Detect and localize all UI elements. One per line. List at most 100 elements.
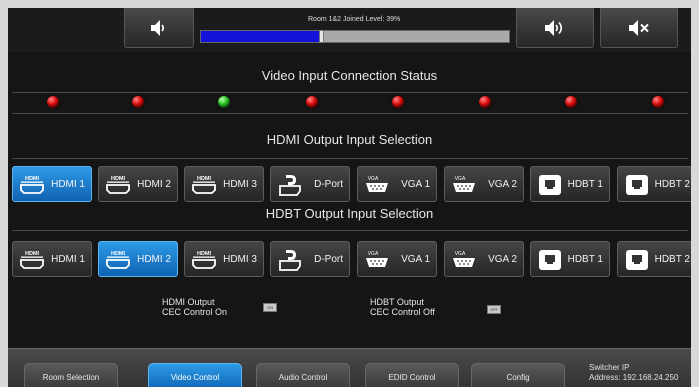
source-label: HDMI 3 (223, 254, 257, 265)
speaker-high-icon (545, 19, 563, 36)
hdbt-cec-label-line2: CEC Control Off (370, 307, 435, 317)
source-label: HDBT 1 (567, 254, 603, 265)
hdmi-cec-label-line1: HDMI Output (162, 297, 215, 307)
hdmi-output-source-hdmi-3-button[interactable]: HDMI HDMI 3 (184, 166, 264, 202)
status-title: Video Input Connection Status (261, 68, 438, 83)
source-label: D-Port (314, 179, 343, 190)
nav-audio-control[interactable]: Audio Control (256, 363, 350, 387)
source-label: HDBT 1 (567, 179, 603, 190)
hdbt-output-source-hdmi-3-button[interactable]: HDMI HDMI 3 (184, 241, 264, 277)
speaker-mute-icon (629, 19, 649, 36)
divider (12, 158, 688, 159)
hdmi-output-source-hdbt-2-button[interactable]: HDBT 2 (617, 166, 691, 202)
status-led-red-8 (652, 96, 664, 108)
hdmi-icon: HDMI (105, 249, 131, 271)
volume-level-slider[interactable] (200, 30, 510, 43)
vga-icon: VGA (451, 249, 477, 271)
divider (12, 92, 688, 93)
hdbt-output-source-hdmi-1-button[interactable]: HDMI HDMI 1 (12, 241, 92, 277)
hdmi-icon: HDMI (19, 174, 45, 196)
speaker-low-icon (151, 19, 165, 36)
switcher-ip-label: Switcher IP Address: 192.168.24.250 (589, 363, 678, 383)
volume-level-fill (201, 31, 322, 42)
status-led-red-2 (132, 96, 144, 108)
hdmi-icon: HDMI (191, 249, 217, 271)
ethernet-icon (624, 249, 650, 271)
hdmi-output-source-hdmi-2-button[interactable]: HDMI HDMI 2 (98, 166, 178, 202)
hdmi-cec-label-line2: CEC Control On (162, 307, 228, 317)
hdmi-output-source-vga-2-button[interactable]: VGA VGA 2 (444, 166, 524, 202)
vga-icon: VGA (364, 174, 390, 196)
source-label: D-Port (314, 254, 343, 265)
ethernet-icon (537, 174, 563, 196)
source-label: HDMI 1 (51, 254, 85, 265)
hdbt-cec-toggle[interactable]: OFF (487, 305, 501, 314)
volume-level-knob[interactable] (319, 30, 324, 43)
status-led-red-5 (392, 96, 404, 108)
app-window: Room 1&2 Joined Level: 39% Video Input C… (0, 0, 699, 387)
hdbt-output-source-vga-1-button[interactable]: VGA VGA 1 (357, 241, 437, 277)
switcher-ip-line1: Switcher IP (589, 363, 630, 372)
svg-text:HDMI: HDMI (197, 176, 212, 182)
svg-text:VGA: VGA (455, 176, 466, 182)
hdmi-output-source-hdbt-1-button[interactable]: HDBT 1 (530, 166, 610, 202)
source-label: HDBT 2 (654, 254, 690, 265)
ethernet-icon (624, 174, 650, 196)
hdmi-output-source-d-port-button[interactable]: D-Port (270, 166, 350, 202)
svg-text:VGA: VGA (368, 176, 379, 182)
hdbt-output-source-vga-2-button[interactable]: VGA VGA 2 (444, 241, 524, 277)
hdmi-output-source-vga-1-button[interactable]: VGA VGA 1 (357, 166, 437, 202)
bottom-nav: Room Selection Video Control Audio Contr… (8, 348, 691, 387)
status-led-red-1 (47, 96, 59, 108)
divider (12, 113, 688, 114)
volume-down-button[interactable] (124, 8, 194, 48)
volume-up-button[interactable] (516, 8, 594, 48)
status-led-red-6 (479, 96, 491, 108)
hdbt-output-source-hdmi-2-button[interactable]: HDMI HDMI 2 (98, 241, 178, 277)
vga-icon: VGA (364, 249, 390, 271)
source-label: VGA 2 (488, 254, 517, 265)
hdbt-output-source-hdbt-1-button[interactable]: HDBT 1 (530, 241, 610, 277)
switcher-ip-line2: Address: 192.168.24.250 (589, 373, 679, 382)
hdbt-output-source-hdbt-2-button[interactable]: HDBT 2 (617, 241, 691, 277)
volume-bar: Room 1&2 Joined Level: 39% (8, 8, 691, 52)
svg-text:VGA: VGA (368, 251, 379, 257)
source-label: VGA 1 (401, 179, 430, 190)
hdmi-icon: HDMI (191, 174, 217, 196)
nav-config[interactable]: Config (471, 363, 565, 387)
nav-room-selection[interactable]: Room Selection (24, 363, 118, 387)
hdmi-output-source-hdmi-1-button[interactable]: HDMI HDMI 1 (12, 166, 92, 202)
source-label: VGA 1 (401, 254, 430, 265)
svg-text:VGA: VGA (455, 251, 466, 257)
hdmi-output-title: HDMI Output Input Selection (266, 132, 433, 147)
hdbt-cec-label-line1: HDBT Output (370, 297, 424, 307)
svg-text:HDMI: HDMI (111, 176, 126, 182)
status-led-red-7 (565, 96, 577, 108)
hdmi-cec-toggle[interactable]: ON (263, 303, 277, 312)
hdmi-icon: HDMI (19, 249, 45, 271)
displayport-icon (277, 249, 303, 271)
ethernet-icon (537, 249, 563, 271)
source-label: HDMI 3 (223, 179, 257, 190)
svg-text:HDMI: HDMI (25, 176, 40, 182)
status-led-red-4 (306, 96, 318, 108)
hdbt-cec-label: HDBT Output CEC Control Off (370, 297, 435, 317)
hdbt-output-source-d-port-button[interactable]: D-Port (270, 241, 350, 277)
hdbt-output-title: HDBT Output Input Selection (265, 206, 434, 221)
source-label: HDBT 2 (654, 179, 690, 190)
source-label: HDMI 2 (137, 179, 171, 190)
nav-edid-control[interactable]: EDID Control (365, 363, 459, 387)
hdmi-cec-label: HDMI Output CEC Control On (162, 297, 227, 317)
source-label: HDMI 2 (137, 254, 171, 265)
status-led-green-3 (218, 96, 230, 108)
hdmi-icon: HDMI (105, 174, 131, 196)
vga-icon: VGA (451, 174, 477, 196)
displayport-icon (277, 174, 303, 196)
mute-button[interactable] (600, 8, 678, 48)
svg-text:HDMI: HDMI (111, 251, 126, 257)
nav-video-control[interactable]: Video Control (148, 363, 242, 387)
svg-text:HDMI: HDMI (25, 251, 40, 257)
divider (12, 230, 688, 231)
source-label: VGA 2 (488, 179, 517, 190)
svg-text:HDMI: HDMI (197, 251, 212, 257)
